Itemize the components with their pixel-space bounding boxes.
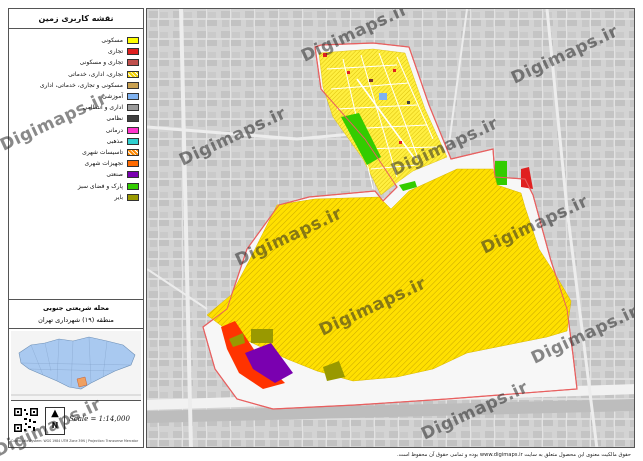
legend-swatch (127, 104, 139, 112)
legend-label: بایر (114, 193, 123, 201)
legend-label: تاسیسات شهری (82, 149, 123, 156)
legend-swatch (127, 171, 139, 179)
legend-item: آموزشی (102, 91, 139, 102)
locator-inset-map (11, 331, 141, 401)
legend-item: تجاری و مسکونی (80, 57, 139, 68)
legend-swatch (127, 37, 139, 44)
legend-label: پارک و فضای سبز (77, 182, 123, 190)
legend-swatch (127, 182, 139, 190)
legend-label: مذهبی (106, 137, 123, 145)
highlighted-district (76, 376, 88, 388)
legend-label: مسکونی و تجاری، خدماتی، اداری (39, 81, 123, 89)
qr-code-icon (13, 407, 39, 433)
legend-item: صنعتی (106, 169, 139, 180)
legend-item: بایر (115, 192, 139, 203)
legend-label: تجاری و مسکونی (79, 59, 123, 67)
legend-title: نقشه کاربری زمین (9, 9, 143, 29)
legend-swatch (127, 81, 139, 89)
legend-swatch (127, 93, 139, 100)
legend-label: اداری و انتظامی (82, 104, 123, 112)
barren-plot (251, 329, 273, 343)
legend-swatch (127, 126, 139, 134)
copyright-footer: حقوق مالکیت معنوی این محصول متعلق به سای… (397, 452, 631, 458)
north-arrow-icon: ▲ N (45, 407, 65, 435)
legend-label: آموزشی (102, 93, 123, 100)
legend-label: صنعتی (106, 171, 123, 179)
legend-label: درمانی (105, 126, 123, 134)
legend-item: مسکونی و تجاری، خدماتی، اداری (40, 80, 139, 91)
legend-item: نظامی (106, 113, 139, 124)
legend-item: تاسیسات شهری (82, 147, 139, 158)
legend-item: تجاری، اداری، خدماتی (68, 69, 139, 80)
legend-item: پارک و فضای سبز (78, 181, 139, 192)
coordinate-credits: Coordinate System: WGS 1984 UTM Zone 39N… (11, 439, 139, 443)
legend-swatch (127, 137, 139, 145)
legend-label: تجاری (108, 48, 123, 56)
legend-item: تجاری (108, 46, 139, 57)
commercial-plot (323, 53, 327, 57)
legend-item: تجهیزات شهری (85, 158, 139, 169)
legend-swatch (127, 160, 139, 168)
legend-swatch (127, 193, 139, 201)
legend-swatch (127, 59, 139, 67)
legend-list: مسکونی تجاری تجاری و مسکونی تجاری، اداری، خ… (9, 31, 143, 299)
legend-item: مذهبی (107, 136, 139, 147)
scale-and-north-block: ▲ N Scale = 1:14,000 Coordinate System: … (9, 403, 143, 447)
legend-swatch (127, 48, 139, 56)
legend-swatch (127, 115, 139, 123)
legend-item: درمانی (106, 125, 139, 136)
scale-label: Scale = 1:14,000 (69, 415, 130, 423)
region-title-block: محله شریعتی جنوبی منطقه (۱۹) شهرداری تهر… (9, 299, 143, 329)
legend-label: مسکونی (101, 37, 123, 44)
north-label: N (51, 421, 59, 430)
legend-label: نظامی (106, 115, 123, 123)
map-sheet: نقشه کاربری زمین مسکونی تجاری تجاری و مسکو… (0, 0, 643, 461)
legend-swatch (127, 149, 139, 156)
tehran-districts-shape (18, 336, 136, 390)
legend-panel: نقشه کاربری زمین مسکونی تجاری تجاری و مسکو… (8, 8, 144, 448)
legend-label: تجهیزات شهری (84, 160, 123, 168)
legend-label: تجاری، اداری، خدماتی (68, 70, 123, 78)
map-canvas[interactable]: Digimaps.ir Digimaps.ir Digimaps.ir Digi… (146, 8, 635, 448)
legend-swatch (127, 70, 139, 78)
legend-item: مسکونی (101, 35, 139, 46)
neighborhood-name: محله شریعتی جنوبی (42, 304, 110, 312)
legend-item: اداری و انتظامی (83, 102, 139, 113)
educational-plot (379, 93, 387, 100)
district-name: منطقه (۱۹) شهرداری تهران (38, 316, 114, 324)
